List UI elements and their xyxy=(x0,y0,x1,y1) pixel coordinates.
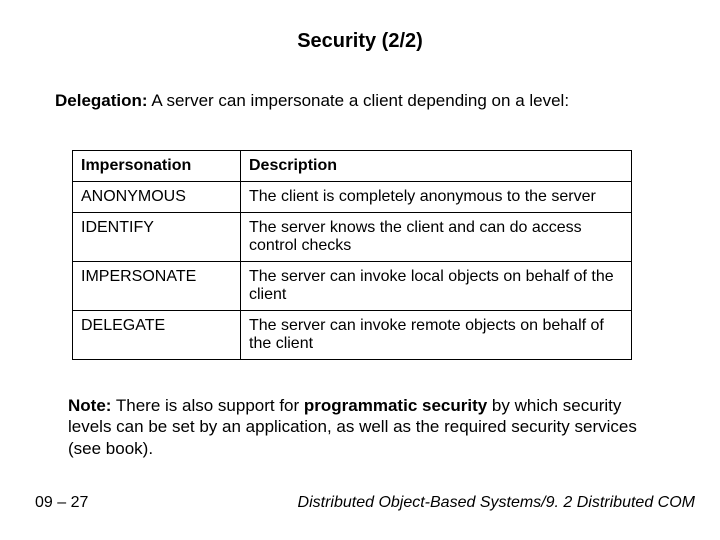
table-row: DELEGATE The server can invoke remote ob… xyxy=(73,311,632,360)
impersonation-table-wrap: Impersonation Description ANONYMOUS The … xyxy=(72,150,632,360)
table-cell-desc: The server knows the client and can do a… xyxy=(241,213,632,262)
table-cell-level: IMPERSONATE xyxy=(73,262,241,311)
note-strong: programmatic security xyxy=(304,396,487,415)
table-header-impersonation: Impersonation xyxy=(73,151,241,182)
note-label: Note: xyxy=(68,396,111,415)
table-row: IDENTIFY The server knows the client and… xyxy=(73,213,632,262)
table-cell-desc: The client is completely anonymous to th… xyxy=(241,182,632,213)
impersonation-table: Impersonation Description ANONYMOUS The … xyxy=(72,150,632,360)
table-cell-level: DELEGATE xyxy=(73,311,241,360)
delegation-text: A server can impersonate a client depend… xyxy=(148,91,570,110)
note-paragraph: Note: There is also support for programm… xyxy=(68,395,665,459)
footer-page-number: 09 – 27 xyxy=(35,494,88,512)
table-row: ANONYMOUS The client is completely anony… xyxy=(73,182,632,213)
delegation-label: Delegation: xyxy=(55,91,148,110)
table-cell-desc: The server can invoke remote objects on … xyxy=(241,311,632,360)
table-cell-level: IDENTIFY xyxy=(73,213,241,262)
page-title: Security (2/2) xyxy=(0,30,720,53)
slide: Security (2/2) Delegation: A server can … xyxy=(0,0,720,540)
delegation-paragraph: Delegation: A server can impersonate a c… xyxy=(55,90,665,111)
table-cell-level: ANONYMOUS xyxy=(73,182,241,213)
footer-chapter: Distributed Object-Based Systems/9. 2 Di… xyxy=(298,494,695,512)
note-text-before: There is also support for xyxy=(111,396,303,415)
table-row: IMPERSONATE The server can invoke local … xyxy=(73,262,632,311)
table-cell-desc: The server can invoke local objects on b… xyxy=(241,262,632,311)
footer: 09 – 27 Distributed Object-Based Systems… xyxy=(35,494,695,512)
table-header-row: Impersonation Description xyxy=(73,151,632,182)
table-header-description: Description xyxy=(241,151,632,182)
